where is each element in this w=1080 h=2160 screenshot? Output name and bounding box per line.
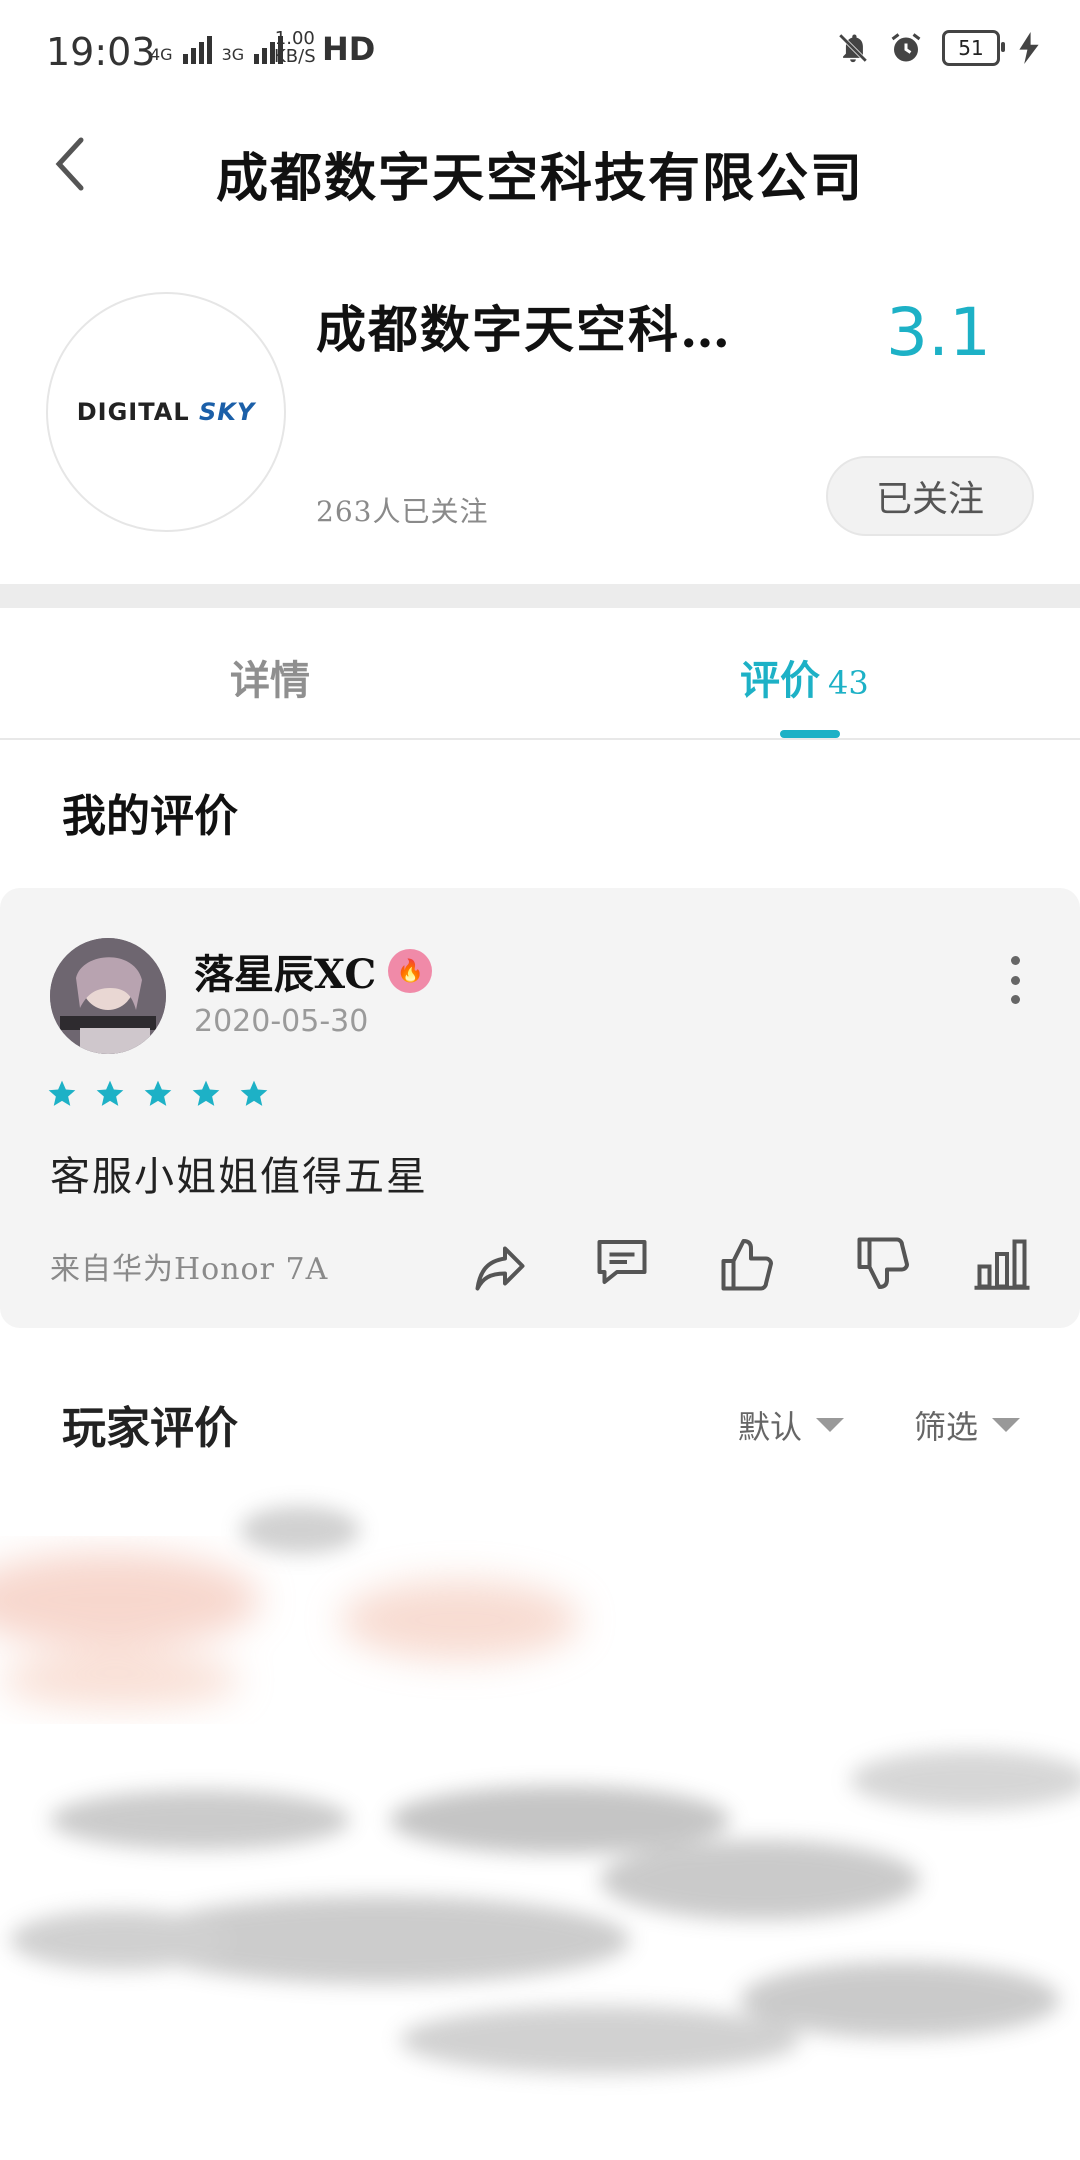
signal-icon: [182, 34, 212, 64]
company-logo: DIGITAL SKY: [46, 292, 286, 532]
review-device: 来自华为Honor 7A: [50, 1252, 329, 1287]
caret-down-icon: [816, 1418, 845, 1432]
tab-bar: 详情 评价 43: [0, 608, 1080, 740]
star-icon: [96, 1080, 124, 1106]
speed-unit: KB/S: [274, 46, 316, 67]
bell-off-icon: [838, 33, 868, 63]
review-text: 客服小姐姐值得五星: [50, 1154, 428, 1200]
network-speed: 1.00 KB/S: [274, 30, 316, 66]
star-icon: [48, 1080, 76, 1106]
company-name: 成都数字天空科…: [316, 300, 732, 359]
flame-badge-icon: 🔥: [388, 949, 433, 993]
thumbs-up-icon[interactable]: [716, 1236, 776, 1296]
share-icon[interactable]: [470, 1236, 530, 1296]
star-icon: [144, 1080, 172, 1106]
player-reviews-heading: 玩家评价: [62, 1403, 238, 1454]
filter-label: 筛选: [914, 1408, 979, 1446]
active-tab-indicator: [780, 730, 840, 738]
reviewer-name-text: 落星辰XC: [194, 951, 377, 998]
network-4g-label: 4G: [150, 45, 173, 64]
status-bar: 19:03 4G 3G 1.00 KB/S HD 51: [0, 0, 1080, 110]
status-time: 19:03: [46, 30, 156, 74]
bolt-icon: [1019, 32, 1039, 64]
rating-score: 3.1: [886, 294, 991, 371]
reviewer-name[interactable]: 落星辰XC 🔥: [194, 942, 433, 1000]
star-icon: [192, 1080, 220, 1106]
network-3g-label: 3G: [221, 45, 245, 64]
more-vertical-icon[interactable]: [1000, 950, 1030, 1010]
review-date: 2020-05-30: [194, 1004, 369, 1039]
sort-label: 默认: [738, 1408, 803, 1446]
network-indicators: 4G 3G: [150, 34, 284, 64]
filter-dropdown[interactable]: 筛选: [914, 1402, 1021, 1448]
section-divider: [0, 584, 1080, 608]
tab-reviews-count: 43: [828, 664, 869, 702]
star-icon: [240, 1080, 268, 1106]
logo-wordmark: DIGITAL SKY: [76, 398, 256, 426]
my-review-card: 落星辰XC 🔥 2020-05-30 客服小姐姐值得五星 来自华为Honor 7…: [0, 888, 1080, 1328]
tab-reviews-label: 评价: [740, 657, 820, 704]
alarm-icon: [891, 33, 921, 62]
bar-chart-icon[interactable]: [972, 1234, 1032, 1294]
ink-wash-background: [0, 1380, 1080, 2160]
follow-button[interactable]: 已关注: [826, 456, 1034, 536]
tab-reviews[interactable]: 评价 43: [740, 648, 869, 706]
star-rating: [46, 1078, 270, 1110]
app-header: 成都数字天空科技有限公司: [0, 110, 1080, 220]
battery-level: 51: [958, 36, 984, 60]
thumbs-down-icon[interactable]: [852, 1232, 912, 1292]
tab-details[interactable]: 详情: [230, 648, 310, 706]
battery-icon: 51: [942, 30, 1005, 66]
my-review-heading: 我的评价: [62, 791, 238, 842]
caret-down-icon: [992, 1418, 1021, 1432]
follower-count: 263人已关注: [316, 495, 489, 528]
sort-dropdown[interactable]: 默认: [738, 1402, 845, 1448]
avatar[interactable]: [50, 938, 166, 1054]
page-title: 成都数字天空科技有限公司: [215, 148, 864, 209]
status-right: 51: [836, 30, 1040, 66]
comment-icon[interactable]: [592, 1232, 652, 1292]
avatar-image: [50, 938, 166, 1054]
hd-indicator: HD: [322, 30, 376, 68]
